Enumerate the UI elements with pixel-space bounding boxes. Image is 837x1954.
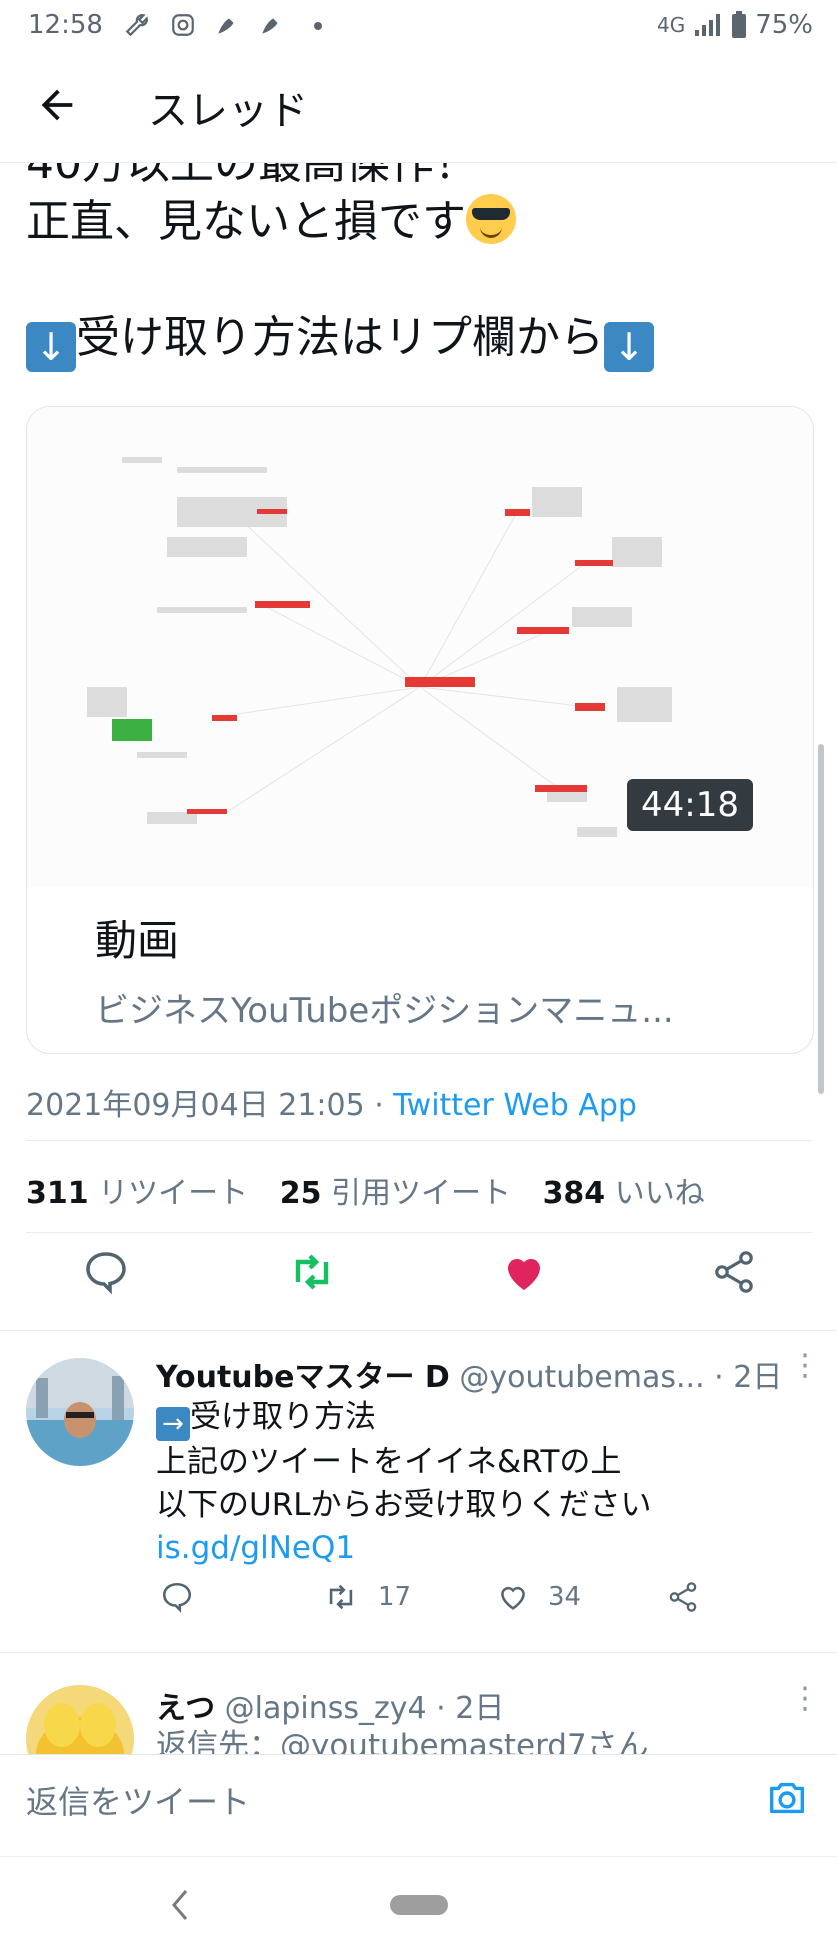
reply-icon[interactable] [160, 1580, 194, 1614]
reply-header: Youtubeマスター D @youtubemas... · 2日 [156, 1352, 782, 1396]
more-options-icon[interactable]: ⋮ [790, 1348, 820, 1383]
tweet-action-bar [26, 1240, 812, 1316]
scrollbar[interactable] [818, 744, 824, 1094]
tweet-meta: 2021年09月04日 21:05 · Twitter Web App [26, 1080, 637, 1124]
reply-line-2: 上記のツイートをイイネ&RTの上 [156, 1444, 622, 1480]
like-filled-icon[interactable] [500, 1248, 548, 1296]
reply-tweet[interactable]: えつ @lapinss_zy4 · 2日 ⋮ 返信先：@youtubemaste… [0, 1653, 837, 1754]
battery-level: 75% [755, 10, 813, 40]
tweet-line-1: 正直、見ないと損です [26, 194, 516, 250]
carrot-icon [218, 18, 234, 34]
battery-icon [732, 11, 747, 38]
reply-line-1: → 受け取り方法 [156, 1396, 652, 1441]
nav-back-icon[interactable] [166, 1887, 196, 1923]
tweet-line-2-text: 受け取り方法はリプ欄から [76, 312, 604, 363]
page-title: スレッド [148, 88, 308, 134]
system-nav-bar [0, 1856, 837, 1954]
reply-time: · 2日 [714, 1360, 783, 1395]
tweet-source-link[interactable]: Twitter Web App [393, 1088, 637, 1123]
reply-icon[interactable] [82, 1248, 130, 1296]
reply-author-handle[interactable]: @lapinss_zy4 [225, 1691, 427, 1726]
status-right: 4G 75% [657, 10, 813, 40]
mindmap-green-node [112, 719, 152, 741]
avatar[interactable] [26, 1685, 134, 1754]
divider [26, 1232, 812, 1233]
tweet-stats: 311 リツイート 25 引用ツイート 384 いいね [26, 1168, 705, 1212]
retweet-icon[interactable] [288, 1248, 336, 1296]
reply-body: → 受け取り方法 上記のツイートをイイネ&RTの上 以下のURLからお受け取りくだ… [156, 1396, 652, 1570]
right-arrow-emoji-icon: → [156, 1407, 190, 1441]
reply-line-3: 以下のURLからお受け取りください [156, 1487, 652, 1523]
divider [26, 1140, 812, 1141]
instagram-icon [172, 14, 194, 36]
down-arrow-emoji-icon: ↓ [26, 322, 76, 372]
retweet-stat[interactable]: 311 リツイート [26, 1176, 248, 1211]
reply-like-count: 34 [548, 1582, 582, 1612]
share-icon[interactable] [710, 1248, 758, 1296]
reply-link[interactable]: is.gd/glNeQ1 [156, 1527, 652, 1570]
reply-time: · 2日 [436, 1691, 505, 1726]
wrench-icon [125, 14, 148, 37]
reply-author-name[interactable]: えつ [156, 1691, 215, 1726]
reply-compose-bar[interactable]: 返信をツイート [0, 1754, 837, 1847]
video-duration: 44:18 [627, 779, 753, 831]
reply-retweet-count: 17 [378, 1582, 412, 1612]
reply-to-line[interactable]: 返信先：@youtubemasterd7さん [156, 1725, 649, 1754]
network-type: 4G [656, 13, 686, 37]
more-options-icon[interactable]: ⋮ [790, 1681, 820, 1716]
clock: 12:58 [28, 10, 103, 40]
status-bar: 12:58 4G 75% [0, 0, 837, 52]
reply-author-handle[interactable]: @youtubemas... [459, 1360, 704, 1395]
dot-icon [314, 22, 322, 30]
reply-author-name[interactable]: Youtubeマスター D [156, 1360, 450, 1395]
carrot-icon [262, 18, 278, 34]
like-stat[interactable]: 384 いいね [543, 1176, 705, 1211]
card-description: ビジネスYouTubeポジションマニュ... [95, 991, 674, 1031]
camera-icon[interactable] [764, 1775, 810, 1821]
reply-input[interactable]: 返信をツイート [26, 1777, 250, 1823]
card-title: 動画 [95, 916, 180, 965]
reply-action-bar: 17 34 [156, 1580, 716, 1620]
share-icon[interactable] [666, 1580, 700, 1614]
back-arrow-icon[interactable] [34, 82, 80, 128]
tweet-line-1-text: 正直、見ないと損です [26, 196, 466, 247]
retweet-icon[interactable] [324, 1580, 358, 1614]
like-icon[interactable] [496, 1580, 530, 1614]
avatar[interactable] [26, 1358, 134, 1466]
tweet-timestamp: 2021年09月04日 21:05 · [26, 1088, 394, 1123]
sunglasses-emoji-icon [466, 194, 516, 244]
signal-icon [695, 14, 721, 36]
nav-home-pill[interactable] [390, 1895, 448, 1915]
quote-stat[interactable]: 25 引用ツイート [280, 1176, 511, 1211]
reply-tweet[interactable]: Youtubeマスター D @youtubemas... · 2日 ⋮ → 受け取… [0, 1330, 837, 1652]
down-arrow-emoji-icon: ↓ [604, 322, 654, 372]
app-header: スレッド [0, 52, 837, 163]
video-card[interactable]: 44:18 動画 ビジネスYouTubeポジションマニュ... [26, 406, 814, 1054]
reply-header: えつ @lapinss_zy4 · 2日 [156, 1683, 504, 1727]
tweet-line-2: ↓ 受け取り方法はリプ欄から ↓ [26, 310, 654, 372]
